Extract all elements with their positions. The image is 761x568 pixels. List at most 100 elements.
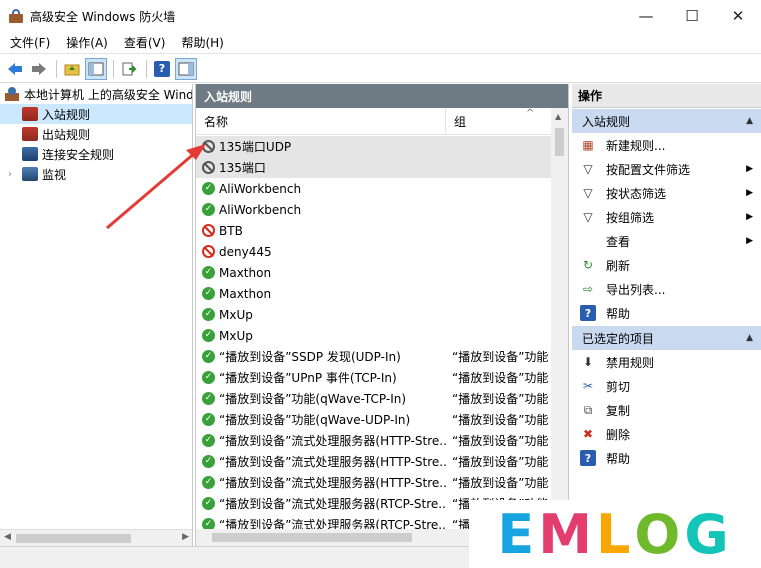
tree-item-outbound-rules[interactable]: 出站规则 [0, 124, 192, 144]
disable-icon: ⬇ [582, 355, 594, 369]
forward-button[interactable] [28, 58, 50, 80]
expand-chevron-icon[interactable]: › [8, 169, 12, 180]
action-item[interactable]: ? 帮助 [572, 446, 761, 470]
scrollbar-thumb[interactable] [212, 533, 412, 542]
rule-name: Maxthon [219, 265, 272, 280]
watermark-letter: G [684, 502, 733, 566]
table-row[interactable]: deny445 [196, 241, 553, 262]
export-button[interactable] [118, 58, 140, 80]
back-button[interactable] [4, 58, 26, 80]
rule-name-cell: ✓ Maxthon [196, 287, 446, 301]
rule-name: “播放到设备”UPnP 事件(TCP-In) [219, 371, 397, 385]
rule-name: 135端口UDP [219, 140, 292, 154]
rule-enabled-check-icon: ✓ [202, 266, 215, 279]
tree-item-monitoring[interactable]: › 监视 [0, 164, 192, 184]
table-row[interactable]: ✓ Maxthon [196, 283, 553, 304]
watermark-letter: M [538, 502, 596, 566]
firewall-app-icon [8, 8, 24, 24]
table-row[interactable]: ✓ “播放到设备”流式处理服务器(HTTP-Stre... “播放到设备”功能 [196, 472, 553, 493]
close-button[interactable]: ✕ [715, 0, 761, 32]
show-hide-tree-button[interactable] [85, 57, 107, 80]
maximize-button[interactable]: ☐ [669, 0, 715, 32]
rule-name-cell: ✓ MxUp [196, 329, 446, 343]
rule-name-cell: 135端口UDP [196, 138, 446, 155]
rule-disabled-block-icon [202, 140, 215, 153]
list-vertical-scrollbar[interactable]: ▲ [551, 108, 568, 546]
table-row[interactable]: ✓ AliWorkbench [196, 199, 553, 220]
action-item[interactable]: ? 帮助 [572, 301, 761, 325]
tree-root[interactable]: 本地计算机 上的高级安全 Windows 防火墙 [0, 84, 192, 104]
actions-header: 操作 [572, 84, 761, 108]
menu-view[interactable]: 查看(V) [116, 34, 174, 51]
actions-section-inbound-rules[interactable]: 入站规则 ▲ [572, 109, 761, 133]
rule-enabled-check-icon: ✓ [202, 455, 215, 468]
table-row[interactable]: ✓ “播放到设备”流式处理服务器(HTTP-Stre... “播放到设备”功能 [196, 430, 553, 451]
table-row[interactable]: ✓ “播放到设备”UPnP 事件(TCP-In) “播放到设备”功能 [196, 367, 553, 388]
action-item[interactable]: ✖ 删除 [572, 422, 761, 446]
scroll-up-icon[interactable]: ▲ [555, 112, 561, 121]
column-header-group[interactable]: 组 [446, 108, 568, 135]
actions-section-selected-items[interactable]: 已选定的项目 ▲ [572, 326, 761, 350]
action-item[interactable]: ▽ 按组筛选 ▶ [572, 205, 761, 229]
table-row[interactable]: BTB [196, 220, 553, 241]
table-row[interactable]: 135端口UDP [196, 136, 553, 157]
action-item[interactable]: 查看 ▶ [572, 229, 761, 253]
rule-name-cell: ✓ “播放到设备”流式处理服务器(RTCP-Stre... [196, 495, 446, 512]
help-icon: ? [580, 305, 596, 321]
action-item[interactable]: ↻ 刷新 [572, 253, 761, 277]
tree-item-connection-security-rules[interactable]: 连接安全规则 [0, 144, 192, 164]
show-hide-action-pane-button[interactable] [175, 57, 197, 80]
action-item[interactable]: ⇨ 导出列表... [572, 277, 761, 301]
table-row[interactable]: 135端口 [196, 157, 553, 178]
submenu-arrow-icon: ▶ [746, 188, 753, 198]
toolbar-separator [56, 59, 57, 78]
minimize-button[interactable]: — [623, 0, 669, 32]
rule-name: AliWorkbench [219, 181, 302, 196]
menu-help[interactable]: 帮助(H) [173, 34, 231, 51]
table-row[interactable]: ✓ “播放到设备”流式处理服务器(HTTP-Stre... “播放到设备”功能 [196, 451, 553, 472]
rule-name-cell: ✓ “播放到设备”流式处理服务器(HTTP-Stre... [196, 453, 446, 470]
action-item[interactable]: ▽ 按配置文件筛选 ▶ [572, 157, 761, 181]
scrollbar-thumb[interactable] [555, 128, 564, 156]
toolbar-separator [113, 59, 114, 78]
action-item[interactable]: ⧉ 复制 [572, 398, 761, 422]
table-row[interactable]: ✓ “播放到设备”功能(qWave-TCP-In) “播放到设备”功能 [196, 388, 553, 409]
rule-group: “播放到设备”功能 [452, 371, 549, 385]
action-item[interactable]: ⬇ 禁用规则 [572, 350, 761, 374]
title-bar: 高级安全 Windows 防火墙 — ☐ ✕ [0, 0, 761, 32]
menu-file[interactable]: 文件(F) [2, 34, 58, 51]
action-item[interactable]: ✂ 剪切 [572, 374, 761, 398]
section-title: 已选定的项目 [582, 331, 655, 346]
collapse-up-icon[interactable]: ▲ [746, 333, 753, 343]
table-row[interactable]: ✓ “播放到设备”SSDP 发现(UDP-In) “播放到设备”功能 [196, 346, 553, 367]
action-label: 复制 [606, 403, 631, 418]
scrollbar-thumb[interactable] [16, 534, 131, 543]
collapse-up-icon[interactable]: ▲ [746, 116, 753, 126]
rule-name-cell: ✓ “播放到设备”功能(qWave-TCP-In) [196, 390, 446, 407]
action-item[interactable]: ▦ 新建规则... [572, 133, 761, 157]
watermark-letter: L [595, 502, 635, 566]
action-label: 刷新 [606, 258, 631, 273]
menu-action[interactable]: 操作(A) [58, 34, 116, 51]
column-header-name[interactable]: 名称 [196, 107, 446, 135]
rule-enabled-check-icon: ✓ [202, 392, 215, 405]
rule-enabled-check-icon: ✓ [202, 497, 215, 510]
table-row[interactable]: ✓ MxUp [196, 325, 553, 346]
action-label: 按状态筛选 [606, 186, 667, 201]
help-icon: ? [154, 60, 170, 77]
tree-horizontal-scrollbar[interactable]: ◀ ▶ [0, 529, 192, 546]
filter-icon: ▽ [583, 162, 593, 176]
table-row[interactable]: ✓ “播放到设备”功能(qWave-UDP-In) “播放到设备”功能 [196, 409, 553, 430]
help-button[interactable]: ? [151, 58, 173, 80]
emlog-watermark: E M L O G [469, 500, 761, 568]
table-row[interactable]: ✓ AliWorkbench [196, 178, 553, 199]
column-header-row: 名称 组 ^ [196, 107, 568, 135]
action-item[interactable]: ▽ 按状态筛选 ▶ [572, 181, 761, 205]
table-row[interactable]: ✓ MxUp [196, 304, 553, 325]
tree-item-inbound-rules[interactable]: 入站规则 [0, 104, 192, 124]
rule-disabled-block-icon [202, 161, 215, 174]
up-folder-button[interactable] [61, 58, 83, 80]
scroll-right-icon[interactable]: ▶ [182, 532, 189, 542]
scroll-left-icon[interactable]: ◀ [4, 532, 11, 542]
table-row[interactable]: ✓ Maxthon [196, 262, 553, 283]
